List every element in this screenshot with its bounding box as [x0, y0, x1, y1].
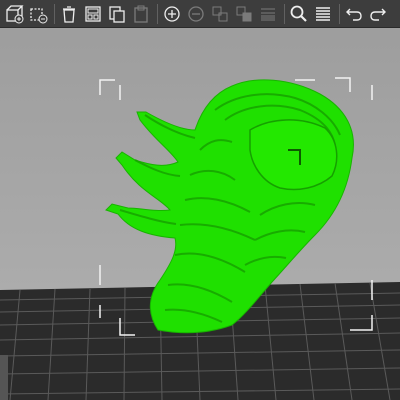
copy-button[interactable]	[106, 3, 128, 25]
scene	[0, 77, 400, 400]
delete-object-button[interactable]	[27, 3, 49, 25]
split-objects-button	[209, 3, 231, 25]
3d-viewport[interactable]	[0, 0, 400, 400]
top-toolbar	[0, 0, 400, 28]
add-instance-button[interactable]	[161, 3, 183, 25]
toolbar-separator	[339, 3, 340, 24]
add-object-icon	[6, 4, 24, 23]
add-instance-icon	[164, 5, 180, 22]
delete-all-icon	[63, 5, 75, 23]
split-parts-button	[233, 3, 255, 25]
undo-icon	[346, 8, 362, 21]
split-objects-icon	[212, 6, 228, 21]
add-object-button[interactable]	[3, 3, 25, 25]
delete-all-button[interactable]	[58, 3, 80, 25]
toolbar-separator	[54, 3, 55, 24]
delete-object-icon	[30, 7, 48, 23]
paste-icon	[134, 5, 148, 23]
undo-button[interactable]	[343, 3, 365, 25]
search-icon	[290, 5, 307, 22]
toolbar-separator	[157, 3, 158, 24]
search-button[interactable]	[288, 3, 310, 25]
layers-button[interactable]	[312, 3, 334, 25]
redo-button[interactable]	[367, 3, 389, 25]
paste-button	[130, 3, 152, 25]
left-panel-edge	[0, 355, 8, 400]
copy-icon	[109, 5, 125, 23]
variable-layer-height-button	[257, 3, 279, 25]
redo-icon	[370, 8, 386, 21]
layers-icon	[316, 6, 330, 21]
arrange-icon	[85, 5, 101, 22]
remove-instance-button	[185, 3, 207, 25]
split-parts-icon	[236, 6, 252, 21]
toolbar-separator	[284, 3, 285, 24]
remove-instance-icon	[188, 5, 204, 22]
variable-layer-height-icon	[261, 8, 275, 20]
arrange-button[interactable]	[82, 3, 104, 25]
